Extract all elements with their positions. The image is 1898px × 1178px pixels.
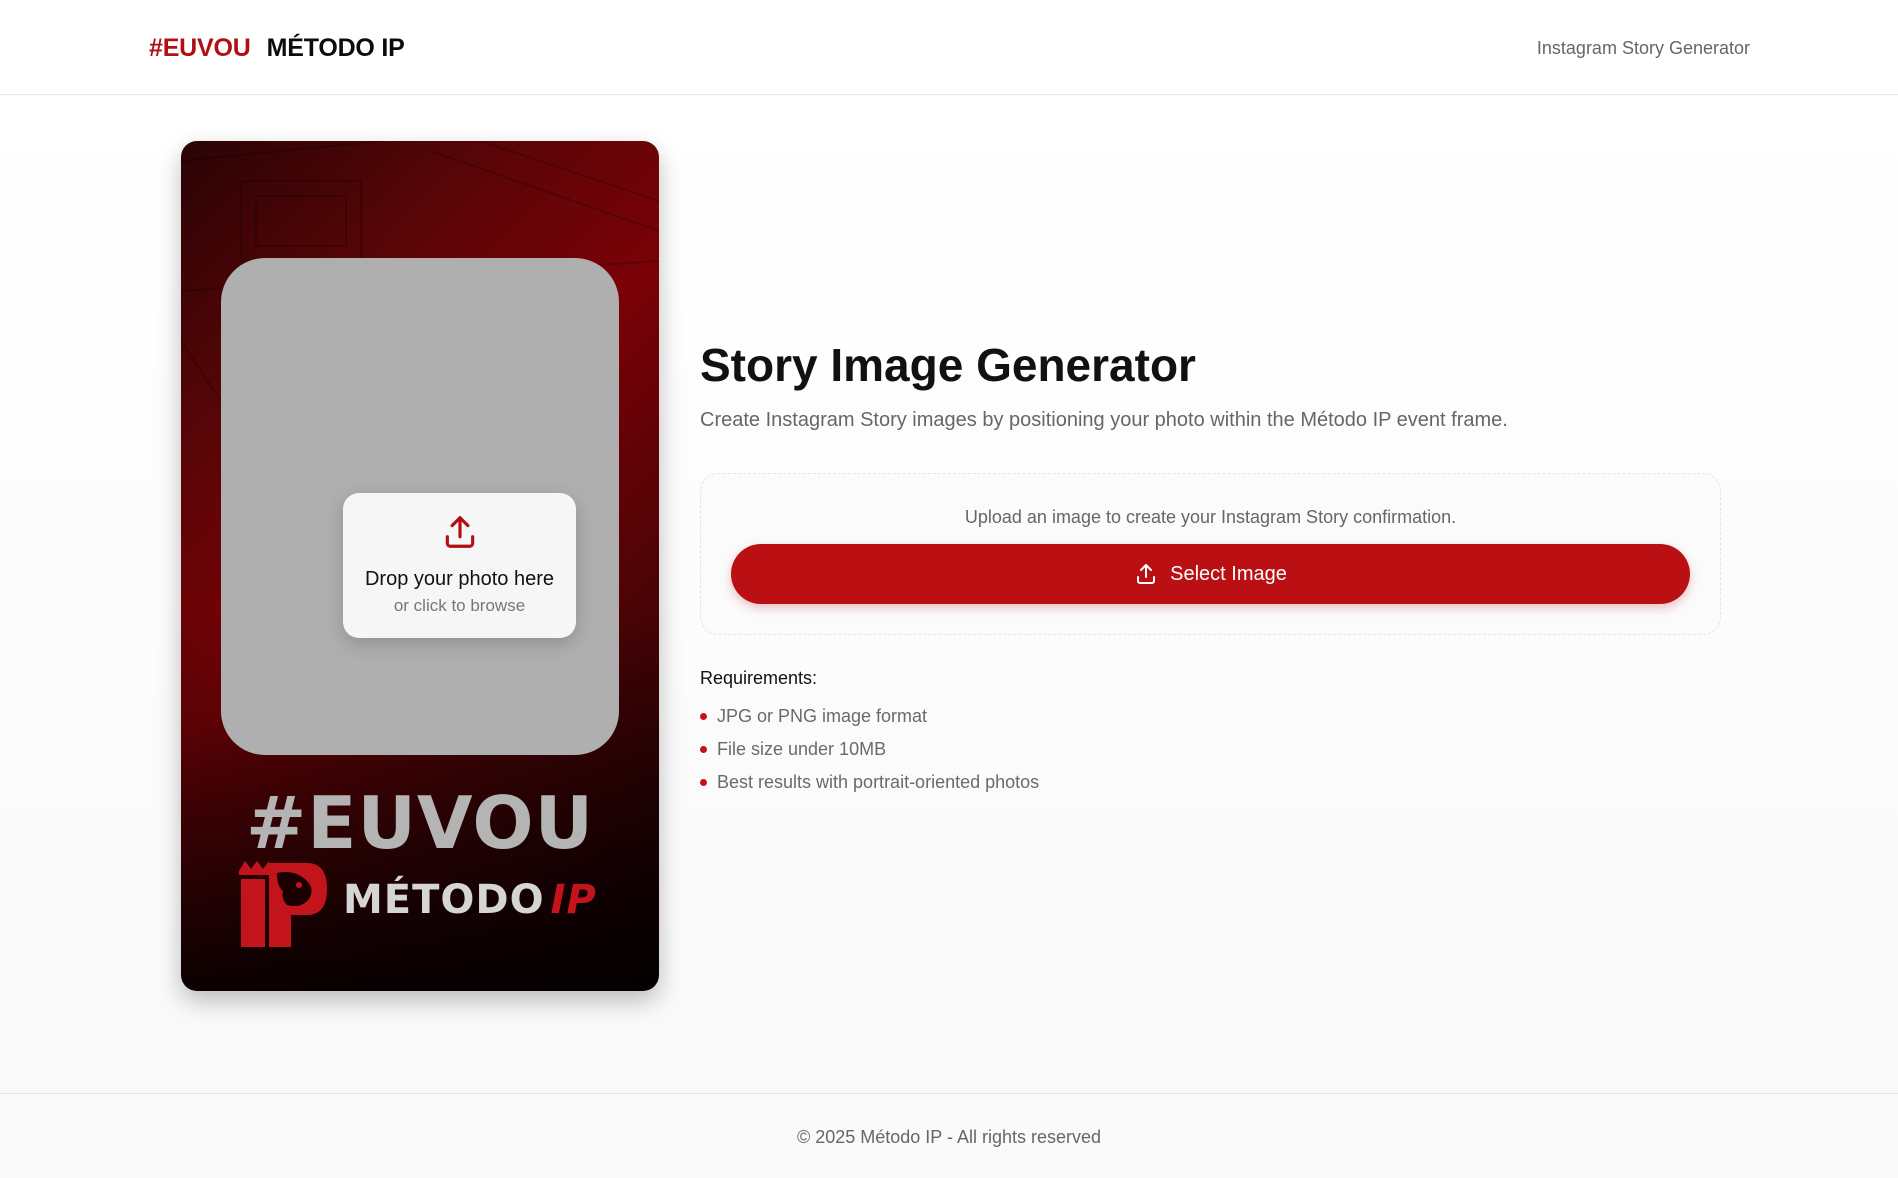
page-title: Story Image Generator — [700, 339, 1196, 391]
requirement-item: JPG or PNG image format — [700, 706, 1039, 739]
logo-text-metodo: MÉTODO — [343, 877, 545, 923]
upload-panel: Upload an image to create your Instagram… — [700, 473, 1721, 635]
top-header: #EUVOU MÉTODO IP Instagram Story Generat… — [0, 0, 1898, 95]
page-footer: © 2025 Método IP - All rights reserved — [0, 1093, 1898, 1178]
logo-text-ip: IP — [550, 877, 597, 923]
requirement-item: Best results with portrait-oriented phot… — [700, 772, 1039, 805]
upload-icon — [445, 516, 475, 548]
upload-icon — [1137, 564, 1156, 584]
requirements-list: JPG or PNG image format File size under … — [700, 706, 1039, 805]
footer-copyright: © 2025 Método IP - All rights reserved — [796, 1127, 1102, 1147]
lion-ip-logo-icon — [239, 861, 327, 947]
requirement-item: File size under 10MB — [700, 739, 1039, 772]
brand-name: MÉTODO IP — [266, 34, 405, 62]
brand-hashtag: #EUVOU — [149, 34, 251, 62]
brand-logo[interactable]: #EUVOU MÉTODO IP — [149, 34, 405, 63]
story-logo-text: MÉTODO IP — [343, 877, 597, 923]
dropzone-title: Drop your photo here — [364, 568, 554, 590]
nav-link-story-generator[interactable]: Instagram Story Generator — [1537, 38, 1750, 59]
photo-slot[interactable]: Drop your photo here or click to browse — [221, 258, 619, 755]
photo-dropzone[interactable]: Drop your photo here or click to browse — [343, 493, 576, 638]
story-preview-frame: Drop your photo here or click to browse … — [181, 141, 659, 991]
requirements-title: Requirements: — [700, 668, 818, 688]
dropzone-subtitle: or click to browse — [393, 596, 526, 615]
select-image-button[interactable]: Select Image — [731, 544, 1690, 604]
select-image-label: Select Image — [1170, 562, 1287, 585]
story-hashtag: #EUVOU — [245, 781, 595, 865]
page-subtitle: Create Instagram Story images by positio… — [700, 409, 1508, 431]
upload-hint: Upload an image to create your Instagram… — [964, 507, 1457, 527]
